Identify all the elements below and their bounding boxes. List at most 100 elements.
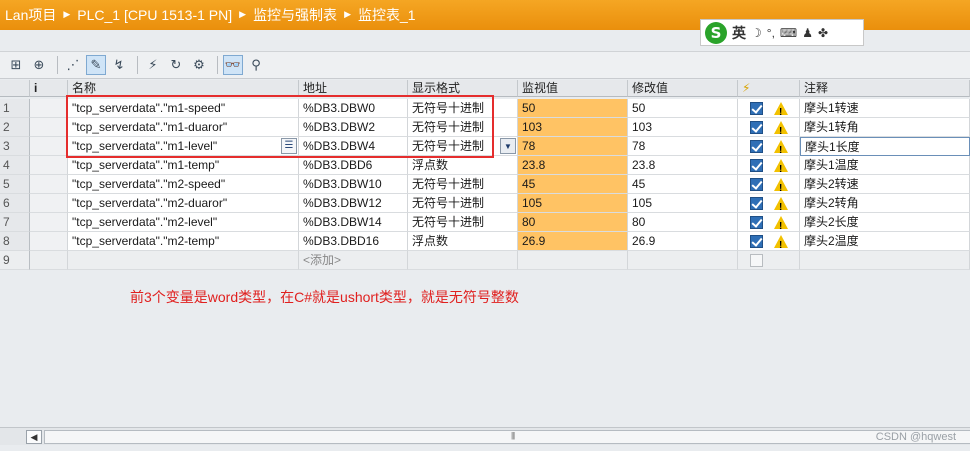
modify-checkbox[interactable]: [750, 197, 763, 210]
add-row-icon[interactable]: ⊕: [29, 55, 49, 75]
sogou-logo-icon[interactable]: S: [705, 21, 727, 44]
ime-language-toggle[interactable]: 英: [732, 23, 746, 43]
header-monitor-value[interactable]: 监视值: [518, 80, 628, 97]
comment-cell[interactable]: 摩头2长度: [800, 213, 970, 232]
modify-value-cell[interactable]: 45: [628, 175, 738, 194]
format-cell[interactable]: 无符号十进制: [408, 99, 518, 118]
modify-flag-cell[interactable]: [738, 99, 800, 118]
monitor-once-icon[interactable]: ⚲: [246, 55, 266, 75]
comment-cell[interactable]: 摩头2转速: [800, 175, 970, 194]
modify-checkbox[interactable]: [750, 159, 763, 172]
breadcrumb-plc[interactable]: PLC_1 [CPU 1513-1 PN]: [77, 7, 232, 23]
format-cell[interactable]: [408, 251, 518, 270]
table-row[interactable]: 8 "tcp_serverdata"."m2-temp" %DB3.DBD16 浮点数…: [0, 232, 970, 251]
list-icon[interactable]: ☰: [281, 138, 297, 154]
format-cell[interactable]: 无符号十进制: [408, 194, 518, 213]
comment-cell[interactable]: 摩头2转角: [800, 194, 970, 213]
moon-icon[interactable]: ☽: [751, 26, 762, 40]
horizontal-scrollbar[interactable]: ◀ |||: [0, 427, 970, 445]
modify-checkbox[interactable]: [750, 178, 763, 191]
modify-flag-cell[interactable]: [738, 175, 800, 194]
address-cell[interactable]: %DB3.DBD6: [299, 156, 408, 175]
header-address[interactable]: 地址: [299, 80, 408, 97]
name-cell[interactable]: "tcp_serverdata"."m1-speed": [68, 99, 299, 118]
user-icon[interactable]: ♟: [802, 26, 813, 40]
table-row[interactable]: 7 "tcp_serverdata"."m2-level" %DB3.DBW14 无符…: [0, 213, 970, 232]
modify-flag-cell[interactable]: [738, 213, 800, 232]
modify-value-cell[interactable]: 50: [628, 99, 738, 118]
format-cell[interactable]: 浮点数: [408, 232, 518, 251]
modify-checkbox[interactable]: [750, 254, 763, 267]
address-cell[interactable]: %DB3.DBW4: [299, 137, 408, 156]
address-cell[interactable]: %DB3.DBW0: [299, 99, 408, 118]
name-cell[interactable]: "tcp_serverdata"."m1-temp": [68, 156, 299, 175]
modify-value-cell[interactable]: 80: [628, 213, 738, 232]
format-cell[interactable]: 无符号十进制: [408, 213, 518, 232]
modify-checkbox[interactable]: [750, 235, 763, 248]
comment-cell[interactable]: 摩头1长度: [800, 137, 970, 156]
comment-cell[interactable]: 摩头1转速: [800, 99, 970, 118]
scroll-left-icon[interactable]: ◀: [26, 430, 42, 444]
table-row[interactable]: 5 "tcp_serverdata"."m2-speed" %DB3.DBW10 无符…: [0, 175, 970, 194]
rename-icon[interactable]: ⋰: [63, 55, 83, 75]
header-modify-value[interactable]: 修改值: [628, 80, 738, 97]
comment-cell[interactable]: 摩头1转角: [800, 118, 970, 137]
table-row[interactable]: 6 "tcp_serverdata"."m2-duaror" %DB3.DBW12 无…: [0, 194, 970, 213]
modify-now-icon[interactable]: ⚡: [143, 55, 163, 75]
skin-icon[interactable]: ✤: [818, 26, 828, 40]
name-cell[interactable]: [68, 251, 299, 270]
comment-cell[interactable]: [800, 251, 970, 270]
scrollbar-thumb[interactable]: [44, 430, 970, 444]
trigger-icon[interactable]: ↯: [109, 55, 129, 75]
address-cell[interactable]: %DB3.DBW10: [299, 175, 408, 194]
modify-cell[interactable]: [628, 251, 738, 270]
address-cell[interactable]: %DB3.DBW2: [299, 118, 408, 137]
monitor-all-icon[interactable]: 👓: [223, 55, 243, 75]
name-cell[interactable]: "tcp_serverdata"."m2-speed": [68, 175, 299, 194]
modify-value-cell[interactable]: 26.9: [628, 232, 738, 251]
modify-value-cell[interactable]: 78: [628, 137, 738, 156]
address-cell[interactable]: %DB3.DBW14: [299, 213, 408, 232]
modify-value-cell[interactable]: 105: [628, 194, 738, 213]
address-cell[interactable]: %DB3.DBD16: [299, 232, 408, 251]
add-new-cell[interactable]: <添加>: [299, 251, 408, 270]
table-row[interactable]: 1 "tcp_serverdata"."m1-speed" %DB3.DBW0 无符号…: [0, 99, 970, 118]
modify-value-cell[interactable]: 23.8: [628, 156, 738, 175]
modify-checkbox[interactable]: [750, 140, 763, 153]
punctuation-icon[interactable]: °,: [767, 26, 775, 40]
header-display-format[interactable]: 显示格式: [408, 80, 518, 97]
keyboard-icon[interactable]: ⌨: [780, 26, 797, 40]
name-cell[interactable]: "tcp_serverdata"."m2-duaror": [68, 194, 299, 213]
breadcrumb-project[interactable]: Lan项目: [5, 5, 56, 25]
name-cell[interactable]: "tcp_serverdata"."m1-duaror": [68, 118, 299, 137]
modify-checkbox[interactable]: [750, 102, 763, 115]
modify-trigger-icon[interactable]: ↻: [166, 55, 186, 75]
table-row[interactable]: 9 <添加>: [0, 251, 970, 270]
table-row[interactable]: 3 "tcp_serverdata"."m1-level" %DB3.DBW4 无符号…: [0, 137, 970, 156]
modify-checkbox[interactable]: [750, 216, 763, 229]
format-cell[interactable]: 无符号十进制: [408, 118, 518, 137]
modify-flag-cell[interactable]: [738, 194, 800, 213]
name-cell[interactable]: "tcp_serverdata"."m2-temp": [68, 232, 299, 251]
modify-flag-cell[interactable]: [738, 156, 800, 175]
breadcrumb-watch-table-1[interactable]: 监控表_1: [358, 5, 416, 25]
header-name[interactable]: 名称: [68, 80, 299, 97]
modify-flag-cell[interactable]: [738, 137, 800, 156]
comment-cell[interactable]: 摩头1温度: [800, 156, 970, 175]
display-format-icon[interactable]: ✎: [86, 55, 106, 75]
modify-checkbox[interactable]: [750, 121, 763, 134]
modify-value-cell[interactable]: 103: [628, 118, 738, 137]
format-cell[interactable]: 无符号十进制: [408, 175, 518, 194]
ime-toolbar[interactable]: S 英 ☽ °, ⌨ ♟ ✤: [700, 19, 864, 46]
format-dropdown-icon[interactable]: ▼: [500, 138, 516, 154]
name-cell[interactable]: "tcp_serverdata"."m1-level": [68, 137, 299, 156]
modify-flag-cell[interactable]: [738, 118, 800, 137]
insert-row-icon[interactable]: ⊞: [6, 55, 26, 75]
enable-peripheral-icon[interactable]: ⚙: [189, 55, 209, 75]
breadcrumb-watch-tables[interactable]: 监控与强制表: [253, 5, 337, 25]
table-row[interactable]: 4 "tcp_serverdata"."m1-temp" %DB3.DBD6 浮点数 2…: [0, 156, 970, 175]
header-comment[interactable]: 注释: [800, 80, 970, 97]
modify-flag-cell[interactable]: [738, 251, 800, 270]
address-cell[interactable]: %DB3.DBW12: [299, 194, 408, 213]
table-row[interactable]: 2 "tcp_serverdata"."m1-duaror" %DB3.DBW2 无符…: [0, 118, 970, 137]
